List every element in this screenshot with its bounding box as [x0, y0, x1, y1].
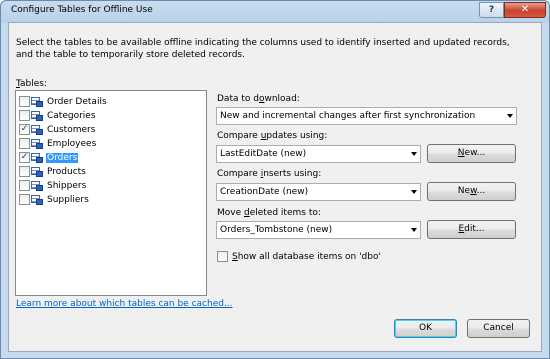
table-checkbox[interactable] — [19, 138, 30, 149]
table-list-item[interactable]: Suppliers — [19, 193, 90, 206]
table-checkbox[interactable] — [19, 110, 30, 121]
chevron-down-icon — [411, 190, 417, 194]
tables-label: Tables: — [16, 79, 48, 89]
close-button[interactable]: ✕ — [504, 2, 546, 18]
table-icon — [31, 138, 43, 149]
ok-button[interactable]: OK — [394, 319, 457, 338]
table-checkbox[interactable] — [19, 96, 30, 107]
updates-label: Compare updates using: — [217, 131, 328, 141]
table-name: Employees — [47, 138, 97, 149]
table-checkbox[interactable]: ✓ — [19, 152, 30, 163]
table-checkbox[interactable] — [19, 166, 30, 177]
chevron-down-icon — [411, 228, 417, 232]
deleted-value: Orders_Tombstone (new) — [220, 225, 333, 235]
table-list-item[interactable]: Order Details — [19, 95, 108, 108]
table-name: Shippers — [47, 180, 87, 191]
download-dropdown[interactable]: New and incremental changes after first … — [216, 107, 517, 125]
table-checkbox[interactable] — [19, 194, 30, 205]
table-name: Orders — [46, 152, 79, 163]
new-updates-button[interactable]: New... — [427, 144, 516, 163]
deleted-dropdown[interactable]: Orders_Tombstone (new) — [216, 221, 421, 239]
updates-dropdown[interactable]: LastEditDate (new) — [216, 145, 421, 163]
table-name: Suppliers — [47, 194, 89, 205]
table-list-item[interactable]: Employees — [19, 137, 97, 150]
table-list-item[interactable]: ✓ Orders — [19, 151, 79, 164]
table-icon — [31, 152, 43, 163]
table-icon — [31, 166, 43, 177]
window-title: Configure Tables for Offline Use — [11, 5, 153, 15]
help-button[interactable]: ? — [479, 2, 504, 18]
table-name: Customers — [47, 124, 96, 135]
download-label: Data to download: — [217, 94, 300, 104]
table-list-item[interactable]: Products — [19, 165, 87, 178]
chevron-down-icon — [507, 114, 513, 118]
table-icon — [31, 110, 43, 121]
table-icon — [31, 96, 43, 107]
cancel-button[interactable]: Cancel — [467, 319, 530, 338]
chevron-down-icon — [411, 152, 417, 156]
download-value: New and incremental changes after first … — [220, 111, 476, 121]
new-inserts-button[interactable]: New... — [427, 182, 516, 201]
table-list-item[interactable]: Shippers — [19, 179, 87, 192]
inserts-label: Compare inserts using: — [217, 169, 322, 179]
table-name: Categories — [47, 110, 96, 121]
table-icon — [31, 180, 43, 191]
show-all-checkbox-row[interactable]: Show all database items on 'dbo' — [217, 251, 381, 262]
table-icon — [31, 124, 43, 135]
table-list-item[interactable]: Categories — [19, 109, 97, 122]
table-icon — [31, 194, 43, 205]
table-checkbox[interactable] — [19, 180, 30, 191]
show-all-label: Show all database items on 'dbo' — [232, 251, 381, 262]
edit-deleted-button[interactable]: Edit... — [427, 220, 516, 239]
table-list-item[interactable]: ✓ Customers — [19, 123, 96, 136]
inserts-dropdown[interactable]: CreationDate (new) — [216, 183, 421, 201]
table-name: Products — [47, 166, 86, 177]
intro-text: Select the tables to be available offlin… — [16, 38, 510, 60]
learn-more-link[interactable]: Learn more about which tables can be cac… — [16, 299, 233, 309]
updates-value: LastEditDate (new) — [220, 149, 307, 159]
deleted-label: Move deleted items to: — [217, 208, 321, 218]
show-all-checkbox[interactable] — [217, 251, 228, 262]
table-checkbox[interactable]: ✓ — [19, 124, 30, 135]
tables-listbox[interactable]: Order Details Categories ✓ Customers Employe… — [15, 90, 207, 296]
inserts-value: CreationDate (new) — [220, 187, 309, 197]
table-name: Order Details — [47, 96, 107, 107]
